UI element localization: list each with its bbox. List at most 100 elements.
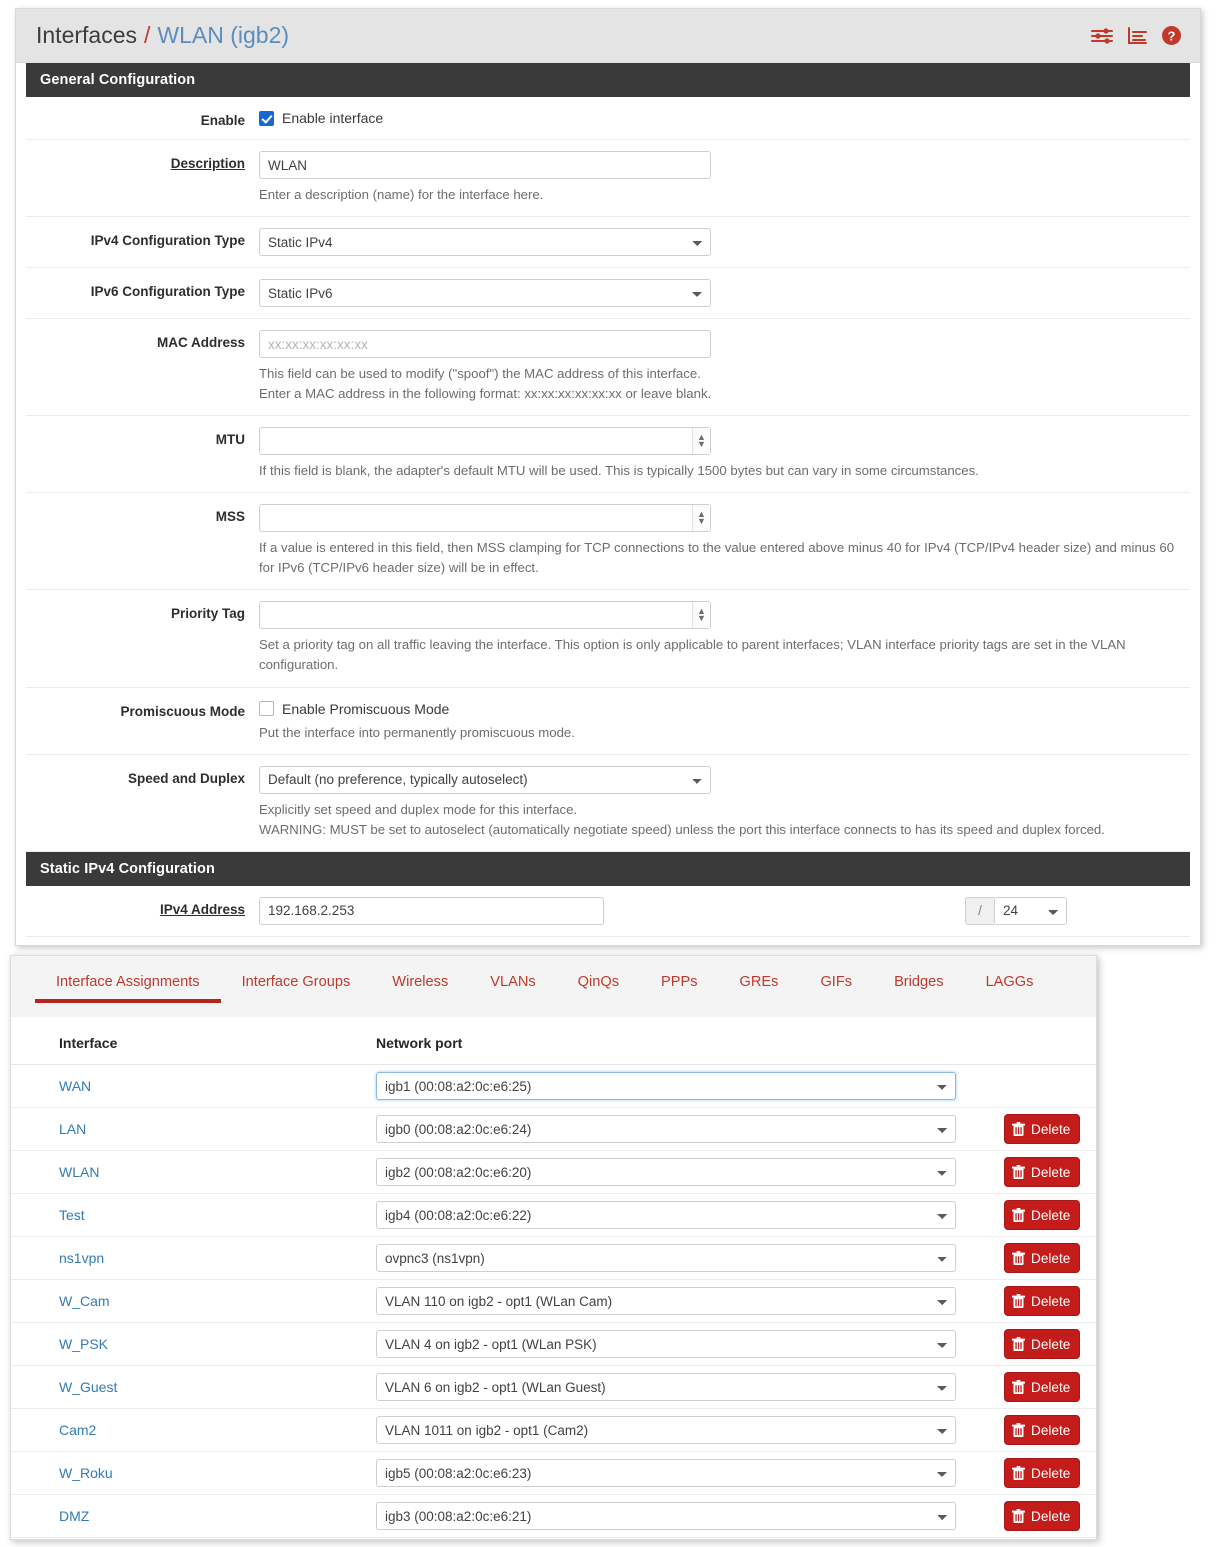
interface-link-w_cam[interactable]: W_Cam	[11, 1293, 376, 1309]
column-header-network-port: Network port	[376, 1035, 463, 1051]
mtu-label: MTU	[215, 432, 245, 448]
network-port-cell: VLAN 6 on igb2 - opt1 (WLan Guest)	[376, 1373, 996, 1401]
tab-label: Bridges	[894, 974, 944, 990]
network-port-select[interactable]: VLAN 110 on igb2 - opt1 (WLan Cam)	[376, 1287, 956, 1315]
delete-button[interactable]: Delete	[1004, 1114, 1081, 1144]
delete-button[interactable]: Delete	[1004, 1372, 1081, 1402]
delete-button[interactable]: Delete	[1004, 1501, 1081, 1531]
network-port-select[interactable]: igb4 (00:08:a2:0c:e6:22)	[376, 1201, 956, 1229]
interface-link-wlan[interactable]: WLAN	[11, 1164, 376, 1180]
mtu-stepper[interactable]: ▲ ▼	[259, 427, 711, 456]
speed-duplex-select[interactable]: Default (no preference, typically autose…	[259, 765, 711, 794]
delete-button-label: Delete	[1031, 1336, 1071, 1352]
field-speed-duplex: Speed and Duplex Default (no preference,…	[26, 755, 1190, 852]
network-port-select[interactable]: ovpnc3 (ns1vpn)	[376, 1244, 956, 1272]
priority-tag-spinner-arrows[interactable]: ▲ ▼	[692, 602, 710, 629]
interface-link-dmz[interactable]: DMZ	[11, 1508, 376, 1524]
trash-icon	[1012, 1121, 1025, 1137]
interface-edit-panel: Interfaces / WLAN (igb2) ? General Confi…	[15, 8, 1201, 946]
tab-ppps[interactable]: PPPs	[640, 970, 719, 1003]
tab-gifs[interactable]: GIFs	[799, 970, 873, 1003]
ipv4-address-input[interactable]	[259, 896, 604, 925]
tab-label: LAGGs	[985, 974, 1034, 990]
field-mss: MSS ▲ ▼ If a value is entered in this fi…	[26, 493, 1190, 591]
delete-button[interactable]: Delete	[1004, 1415, 1081, 1445]
mtu-spinner-arrows[interactable]: ▲ ▼	[692, 428, 710, 455]
tab-interface-assignments[interactable]: Interface Assignments	[35, 970, 221, 1003]
promiscuous-mode-checkbox[interactable]: Enable Promiscuous Mode	[259, 699, 1180, 717]
network-port-select[interactable]: igb1 (00:08:a2:0c:e6:25)	[376, 1072, 956, 1100]
mss-spinner-arrows[interactable]: ▲ ▼	[692, 505, 710, 532]
tab-bridges[interactable]: Bridges	[873, 970, 964, 1003]
tab-laggs[interactable]: LAGGs	[965, 970, 1055, 1003]
tab-wireless[interactable]: Wireless	[371, 970, 469, 1003]
interface-link-w_roku[interactable]: W_Roku	[11, 1465, 376, 1481]
log-chart-icon[interactable]	[1127, 26, 1148, 46]
ipv6-config-type-select[interactable]: Static IPv6	[259, 279, 711, 308]
tab-vlans[interactable]: VLANs	[469, 970, 556, 1003]
interface-link-test[interactable]: Test	[11, 1207, 376, 1223]
field-description: Description Enter a description (name) f…	[26, 140, 1190, 218]
delete-cell: Delete	[996, 1458, 1096, 1488]
delete-button[interactable]: Delete	[1004, 1458, 1081, 1488]
sliders-icon[interactable]	[1090, 26, 1114, 46]
field-priority-tag: Priority Tag ▲ ▼ Set a priority tag on a…	[26, 590, 1190, 688]
network-port-cell: igb0 (00:08:a2:0c:e6:24)	[376, 1115, 996, 1143]
general-configuration-header: General Configuration	[26, 63, 1190, 97]
breadcrumb-root[interactable]: Interfaces	[36, 22, 137, 49]
breadcrumb-current[interactable]: WLAN (igb2)	[157, 22, 289, 49]
spinner-down-icon[interactable]: ▼	[697, 440, 706, 449]
delete-button[interactable]: Delete	[1004, 1329, 1081, 1359]
delete-button[interactable]: Delete	[1004, 1157, 1081, 1187]
delete-button[interactable]: Delete	[1004, 1200, 1081, 1230]
ipv6-config-type-label: IPv6 Configuration Type	[90, 284, 245, 300]
interface-link-lan[interactable]: LAN	[11, 1121, 376, 1137]
column-header-interface: Interface	[59, 1035, 118, 1051]
enable-interface-checkbox[interactable]: Enable interface	[259, 108, 1180, 126]
network-port-cell: igb3 (00:08:a2:0c:e6:21)	[376, 1502, 996, 1530]
network-port-select[interactable]: VLAN 4 on igb2 - opt1 (WLan PSK)	[376, 1330, 956, 1358]
tab-qinqs[interactable]: QinQs	[557, 970, 640, 1003]
tab-gres[interactable]: GREs	[719, 970, 800, 1003]
table-row: W_Cam VLAN 110 on igb2 - opt1 (WLan Cam) D…	[11, 1280, 1096, 1323]
ipv4-subnet-select[interactable]: 24	[994, 896, 1067, 925]
interface-link-cam2[interactable]: Cam2	[11, 1422, 376, 1438]
table-row: W_Roku igb5 (00:08:a2:0c:e6:23) Delete	[11, 1452, 1096, 1495]
ipv4-address-input-wrap	[259, 896, 965, 925]
delete-cell: Delete	[996, 1501, 1096, 1531]
interface-link-ns1vpn[interactable]: ns1vpn	[11, 1250, 376, 1266]
network-port-select[interactable]: igb3 (00:08:a2:0c:e6:21)	[376, 1502, 956, 1530]
checkbox-box-promiscuous[interactable]	[259, 701, 274, 716]
help-icon[interactable]: ?	[1161, 25, 1182, 46]
network-port-select[interactable]: VLAN 1011 on igb2 - opt1 (Cam2)	[376, 1416, 956, 1444]
trash-icon	[1012, 1250, 1025, 1266]
mac-address-input[interactable]	[259, 330, 711, 359]
priority-tag-input[interactable]	[259, 601, 711, 630]
tab-interface-groups[interactable]: Interface Groups	[221, 970, 372, 1003]
network-port-select[interactable]: igb5 (00:08:a2:0c:e6:23)	[376, 1459, 956, 1487]
network-port-select[interactable]: igb0 (00:08:a2:0c:e6:24)	[376, 1115, 956, 1143]
spinner-down-icon[interactable]: ▼	[697, 614, 706, 623]
interface-link-w_psk[interactable]: W_PSK	[11, 1336, 376, 1352]
mss-stepper[interactable]: ▲ ▼	[259, 504, 711, 533]
delete-button[interactable]: Delete	[1004, 1286, 1081, 1316]
field-promiscuous-mode: Promiscuous Mode Enable Promiscuous Mode…	[26, 688, 1190, 755]
table-row: DMZ igb3 (00:08:a2:0c:e6:21) Delete	[11, 1495, 1096, 1538]
interface-assignments-panel: Interface Assignments Interface Groups Wir…	[10, 955, 1097, 1540]
checkbox-box-enable[interactable]	[259, 110, 274, 126]
ipv4-config-type-select[interactable]: Static IPv4	[259, 228, 711, 257]
description-input[interactable]	[259, 151, 711, 179]
spinner-down-icon[interactable]: ▼	[697, 517, 706, 526]
tab-label: VLANs	[490, 974, 536, 990]
delete-button[interactable]: Delete	[1004, 1243, 1081, 1273]
mtu-input[interactable]	[259, 427, 711, 456]
assignments-tab-bar: Interface Assignments Interface Groups Wir…	[11, 956, 1096, 1017]
assignments-table-body: WAN igb1 (00:08:a2:0c:e6:25) LAN igb0 (00:0…	[11, 1065, 1096, 1538]
priority-tag-stepper[interactable]: ▲ ▼	[259, 601, 711, 630]
interface-link-wan[interactable]: WAN	[11, 1078, 376, 1094]
network-port-select[interactable]: igb2 (00:08:a2:0c:e6:20)	[376, 1158, 956, 1186]
tab-label: Interface Groups	[241, 974, 351, 990]
mss-input[interactable]	[259, 504, 711, 533]
network-port-select[interactable]: VLAN 6 on igb2 - opt1 (WLan Guest)	[376, 1373, 956, 1401]
interface-link-w_guest[interactable]: W_Guest	[11, 1379, 376, 1395]
